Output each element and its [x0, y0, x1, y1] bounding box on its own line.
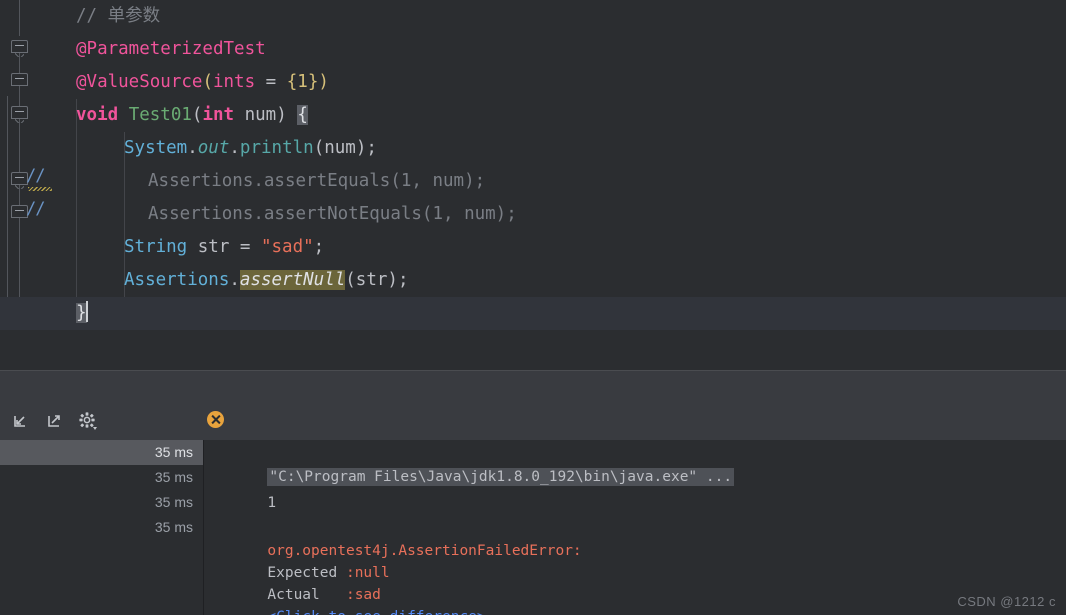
console-command-line: "C:\Program Files\Java\jdk1.8.0_192\bin\…	[215, 444, 735, 486]
collapse-all-icon[interactable]	[10, 411, 30, 431]
test-status-text: Tests failed: 1 of 1 test – 35 ms	[230, 401, 462, 468]
code-editor[interactable]: //// // 单参数 @ParameterizedTest @ValueSourc…	[0, 0, 1066, 370]
console-diff-link-line[interactable]: <Click to see difference>	[215, 584, 485, 615]
code-token: }	[307, 72, 319, 92]
console-actual-line: Actual :sad	[215, 562, 381, 603]
test-tree-row[interactable]: 35 ms	[0, 490, 203, 515]
code-token: num	[234, 105, 277, 125]
text-caret	[85, 301, 88, 322]
fold-down-icon[interactable]	[11, 40, 28, 57]
fold-down-icon[interactable]	[11, 106, 28, 123]
test-duration-label: 35 ms	[154, 519, 193, 535]
gutter-rail	[19, 218, 20, 304]
code-token: out	[197, 138, 230, 158]
code-token: .	[229, 270, 240, 290]
code-token: (num);	[313, 138, 377, 158]
code-token: Assertions.assertEquals(1, num);	[148, 171, 486, 191]
code-token: {	[297, 105, 308, 125]
gutter-rail	[19, 0, 20, 36]
console-stdout-line: 1	[215, 470, 276, 511]
code-token: @ValueSource	[76, 72, 203, 92]
code-token: System	[124, 138, 188, 158]
code-line[interactable]: }	[40, 297, 88, 330]
code-line[interactable]: @ParameterizedTest	[40, 33, 266, 66]
code-token: int	[202, 105, 235, 125]
caret-line-highlight	[0, 297, 1066, 330]
expand-all-icon[interactable]	[44, 411, 64, 431]
code-line[interactable]: void Test01(int num) {	[40, 99, 308, 132]
code-token: )	[276, 105, 298, 125]
code-line[interactable]: // 单参数	[40, 0, 160, 33]
test-duration-label: 35 ms	[154, 444, 193, 460]
fold-up-icon[interactable]	[11, 73, 28, 90]
test-runner-toolbar[interactable]	[0, 401, 203, 440]
code-token: @ParameterizedTest	[76, 39, 266, 59]
code-token: String	[124, 237, 188, 257]
csdn-watermark: CSDN @1212 c	[957, 594, 1056, 609]
test-failed-icon	[207, 411, 224, 428]
code-token: ;	[313, 237, 325, 257]
test-status-bar: Tests failed: 1 of 1 test – 35 ms	[203, 401, 1066, 468]
console-expected-line: Expected :null	[215, 540, 389, 581]
code-token: )	[318, 72, 329, 92]
code-token: ints	[212, 72, 256, 92]
code-token: void	[76, 105, 119, 125]
gutter-method-rail	[7, 96, 8, 312]
test-tree-row[interactable]: 35 ms	[0, 440, 203, 465]
code-line[interactable]: @ValueSource(ints = {1})	[40, 66, 329, 99]
code-token: 1	[297, 72, 308, 92]
test-duration-label: 35 ms	[154, 469, 193, 485]
code-token: println	[239, 138, 314, 158]
code-token: (	[202, 72, 213, 92]
code-token: {	[286, 72, 298, 92]
code-token: .	[187, 138, 198, 158]
editor-empty-area[interactable]	[0, 330, 1066, 370]
code-token: Assertions	[124, 270, 230, 290]
code-token: // 单参数	[76, 6, 161, 26]
code-token: Assertions.assertNotEquals(1, num);	[148, 204, 517, 224]
code-surface[interactable]: // 单参数 @ParameterizedTest @ValueSource(int…	[0, 0, 1066, 370]
console-error-class: org.opentest4j.AssertionFailedError:	[215, 518, 581, 559]
code-line[interactable]: System.out.println(num);	[40, 132, 377, 165]
toolwindow-splitter[interactable]	[0, 370, 1066, 402]
settings-gear-icon[interactable]	[78, 411, 98, 431]
code-token: =	[255, 72, 287, 92]
java-command-text: "C:\Program Files\Java\jdk1.8.0_192\bin\…	[267, 468, 735, 486]
test-tree-row[interactable]: 35 ms	[0, 515, 203, 540]
test-runner-toolwindow[interactable]: Tests failed: 1 of 1 test – 35 ms 35 ms3…	[0, 401, 1066, 615]
test-tree-row[interactable]: 35 ms	[0, 465, 203, 490]
code-line[interactable]: Assertions.assertNotEquals(1, num);	[40, 198, 517, 231]
code-token: .	[229, 138, 240, 158]
code-token: Test01	[128, 105, 192, 125]
stdout-text: 1	[267, 495, 277, 511]
code-line[interactable]: Assertions.assertEquals(1, num);	[40, 165, 485, 198]
test-duration-label: 35 ms	[154, 494, 193, 510]
gutter-rail	[19, 119, 20, 172]
code-token: (	[191, 105, 203, 125]
test-console-output[interactable]: "C:\Program Files\Java\jdk1.8.0_192\bin\…	[204, 440, 1066, 615]
code-line[interactable]: Assertions.assertNull(str);	[40, 264, 408, 297]
code-line[interactable]: String str = "sad";	[40, 231, 324, 264]
code-token: "sad"	[260, 237, 314, 257]
click-to-see-difference-link[interactable]: <Click to see difference>	[267, 609, 485, 615]
test-tree[interactable]: 35 ms 35 ms 35 ms 35 ms	[0, 440, 204, 615]
code-token: assertNull	[239, 270, 346, 290]
code-token: (str);	[345, 270, 409, 290]
code-token: str =	[187, 237, 261, 257]
